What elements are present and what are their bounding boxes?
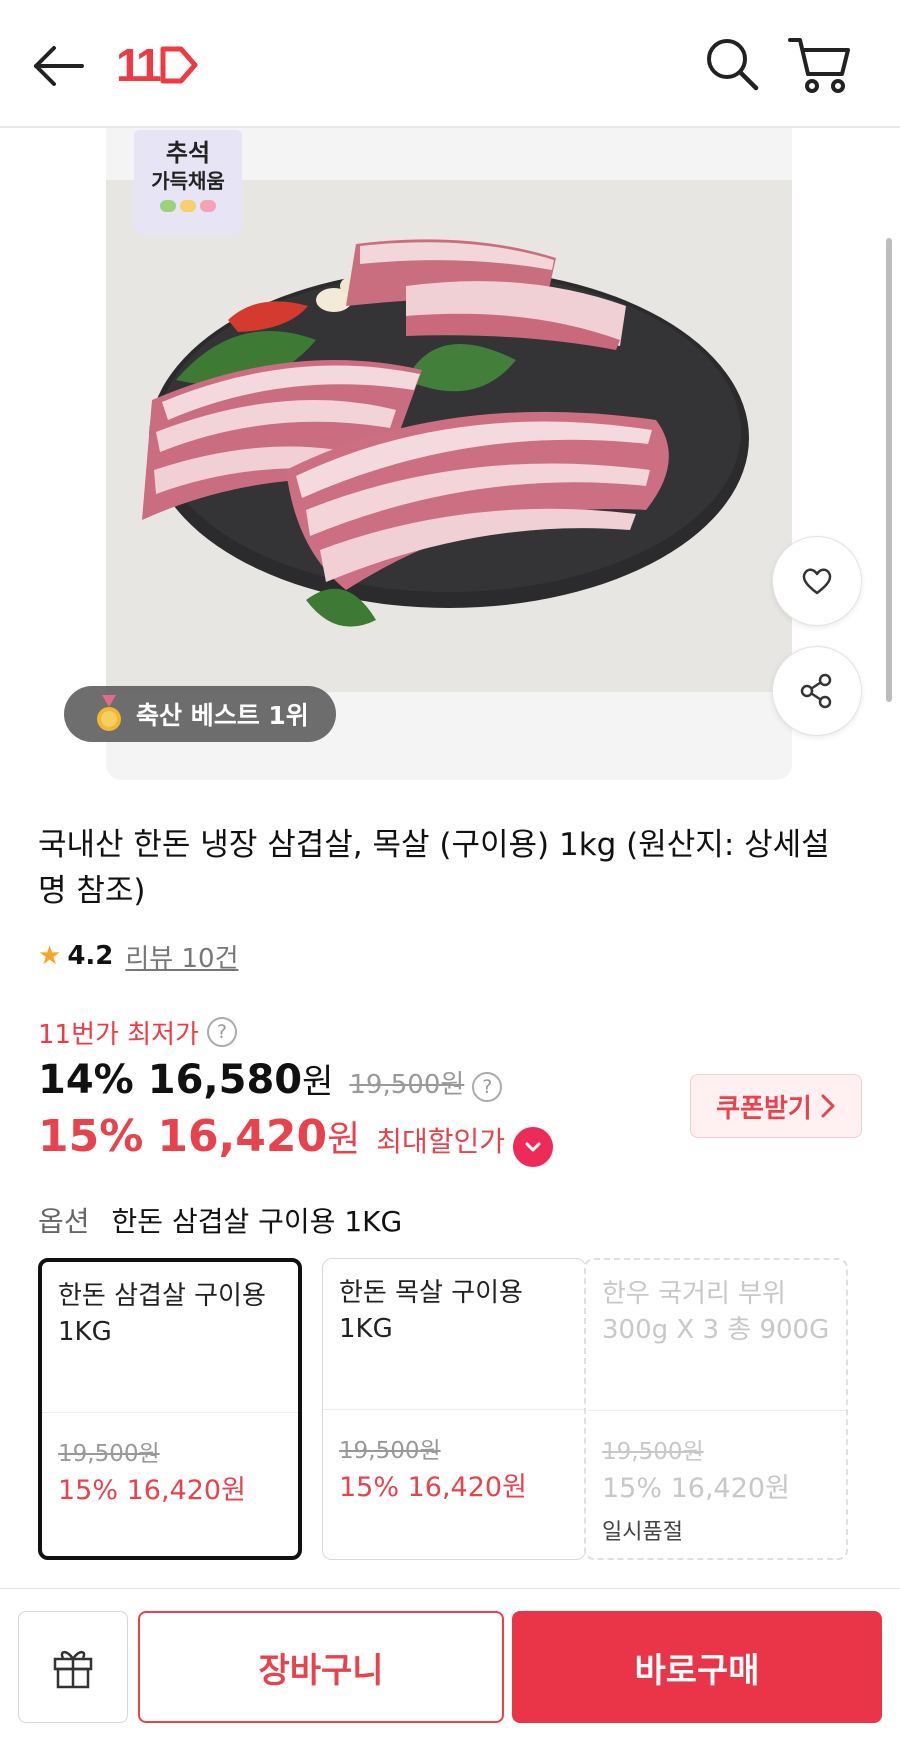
best-ranking-badge[interactable]: 축산 베스트 1위 bbox=[64, 686, 336, 742]
wishlist-button[interactable] bbox=[772, 536, 862, 626]
option-sale-price: 15% 16,420원 bbox=[602, 1473, 790, 1504]
share-button[interactable] bbox=[772, 646, 862, 736]
medal-icon bbox=[97, 695, 121, 731]
review-count-link[interactable]: 리뷰 10건 bbox=[125, 938, 238, 975]
lowest-price-label: 11번가 최저가 bbox=[38, 1019, 199, 1050]
max-discount-percent: 15% bbox=[38, 1111, 144, 1162]
max-discount-label: 최대할인가 bbox=[376, 1125, 506, 1158]
buy-now-label: 바로구매 bbox=[634, 1650, 760, 1691]
gift-button[interactable] bbox=[18, 1611, 128, 1723]
bottom-action-bar: 장바구니 바로구매 bbox=[0, 1588, 900, 1751]
back-button[interactable] bbox=[30, 36, 90, 96]
option-original-price: 19,500원 bbox=[339, 1438, 441, 1464]
gift-icon bbox=[53, 1650, 93, 1689]
cart-icon bbox=[788, 38, 850, 93]
best-badge-label: 축산 베스트 1위 bbox=[136, 701, 309, 730]
option-label: 옵션 bbox=[38, 1205, 90, 1238]
search-icon bbox=[707, 39, 759, 91]
product-title: 국내산 한돈 냉장 삼겹살, 목살 (구이용) 1kg (원산지: 상세설명 참… bbox=[38, 827, 830, 909]
search-button[interactable] bbox=[700, 32, 764, 96]
max-discount-row: 15% 16,420 원 최대할인가 bbox=[38, 1110, 554, 1167]
rating-row: ★ 4.2 리뷰 10건 bbox=[38, 938, 238, 974]
sold-out-label: 일시품절 bbox=[602, 1520, 683, 1545]
top-header: 11 bbox=[0, 0, 900, 128]
star-icon: ★ bbox=[38, 941, 62, 971]
buy-now-button[interactable]: 바로구매 bbox=[512, 1611, 882, 1723]
max-discount-currency: 원 bbox=[327, 1119, 361, 1160]
logo-text: 11 bbox=[116, 39, 162, 91]
option-divider bbox=[323, 1409, 585, 1410]
songpyeon-icon bbox=[134, 200, 242, 212]
original-price: 19,500원 bbox=[349, 1070, 465, 1100]
promo-badge-line1: 추석 bbox=[165, 139, 211, 167]
cart-button[interactable] bbox=[786, 30, 856, 100]
option-divider bbox=[42, 1412, 298, 1413]
share-icon bbox=[800, 673, 832, 709]
promo-badge-line2: 가득채움 bbox=[151, 169, 225, 193]
product-photo bbox=[106, 180, 792, 692]
option-divider bbox=[586, 1410, 846, 1411]
11st-logo[interactable]: 11 bbox=[116, 39, 199, 91]
heart-icon bbox=[802, 568, 832, 595]
max-discount-price: 16,420 bbox=[157, 1111, 328, 1162]
coupon-button-label: 쿠폰받기 bbox=[716, 1093, 812, 1124]
sale-price: 16,580 bbox=[147, 1057, 303, 1103]
sale-price-currency: 원 bbox=[302, 1062, 334, 1102]
chevron-down-icon bbox=[525, 1142, 541, 1152]
chuseok-promo-badge: 추석 가득채움 bbox=[134, 130, 242, 234]
option-card-pork-neck[interactable]: 한돈 목살 구이용 1KG 19,500원 15% 16,420원 bbox=[322, 1258, 586, 1560]
back-arrow-icon bbox=[34, 46, 84, 86]
option-sale-price: 15% 16,420원 bbox=[58, 1475, 246, 1506]
max-discount-expand-button[interactable] bbox=[513, 1127, 554, 1167]
lowest-price-help-icon[interactable]: ? bbox=[206, 1017, 237, 1047]
page-scrollbar[interactable] bbox=[886, 238, 892, 702]
product-image-gallery[interactable]: 추석 가득채움 bbox=[106, 128, 792, 780]
get-coupon-button[interactable]: 쿠폰받기 bbox=[690, 1074, 862, 1138]
price-help-icon[interactable]: ? bbox=[472, 1072, 503, 1102]
rating-score: 4.2 bbox=[67, 941, 114, 971]
option-name: 한우 국거리 부위 300g X 3 총 900G bbox=[602, 1279, 830, 1345]
option-name: 한돈 목살 구이용 1KG bbox=[339, 1278, 523, 1344]
option-original-price: 19,500원 bbox=[602, 1439, 704, 1465]
chevron-right-icon bbox=[821, 1094, 835, 1118]
option-sale-price: 15% 16,420원 bbox=[339, 1472, 527, 1503]
option-card-pork-belly[interactable]: 한돈 삼겹살 구이용 1KG 19,500원 15% 16,420원 bbox=[38, 1258, 302, 1560]
option-name: 한돈 삼겹살 구이용 1KG bbox=[58, 1281, 266, 1347]
sale-price-row: 14% 16,580 원 19,500원 ? bbox=[38, 1054, 503, 1103]
logo-mark-icon bbox=[160, 46, 198, 84]
option-card-beef-soup-cut: 한우 국거리 부위 300g X 3 총 900G 19,500원 15% 16… bbox=[584, 1258, 848, 1560]
add-to-cart-button[interactable]: 장바구니 bbox=[138, 1611, 504, 1723]
option-selected-value: 한돈 삼겹살 구이용 1KG bbox=[111, 1205, 403, 1238]
discount-percent: 14% bbox=[38, 1057, 134, 1103]
lowest-price-row: 11번가 최저가 ? bbox=[38, 1014, 237, 1050]
option-original-price: 19,500원 bbox=[58, 1441, 160, 1467]
add-to-cart-label: 장바구니 bbox=[258, 1650, 384, 1691]
option-summary: 옵션 한돈 삼겹살 구이용 1KG bbox=[38, 1200, 402, 1240]
